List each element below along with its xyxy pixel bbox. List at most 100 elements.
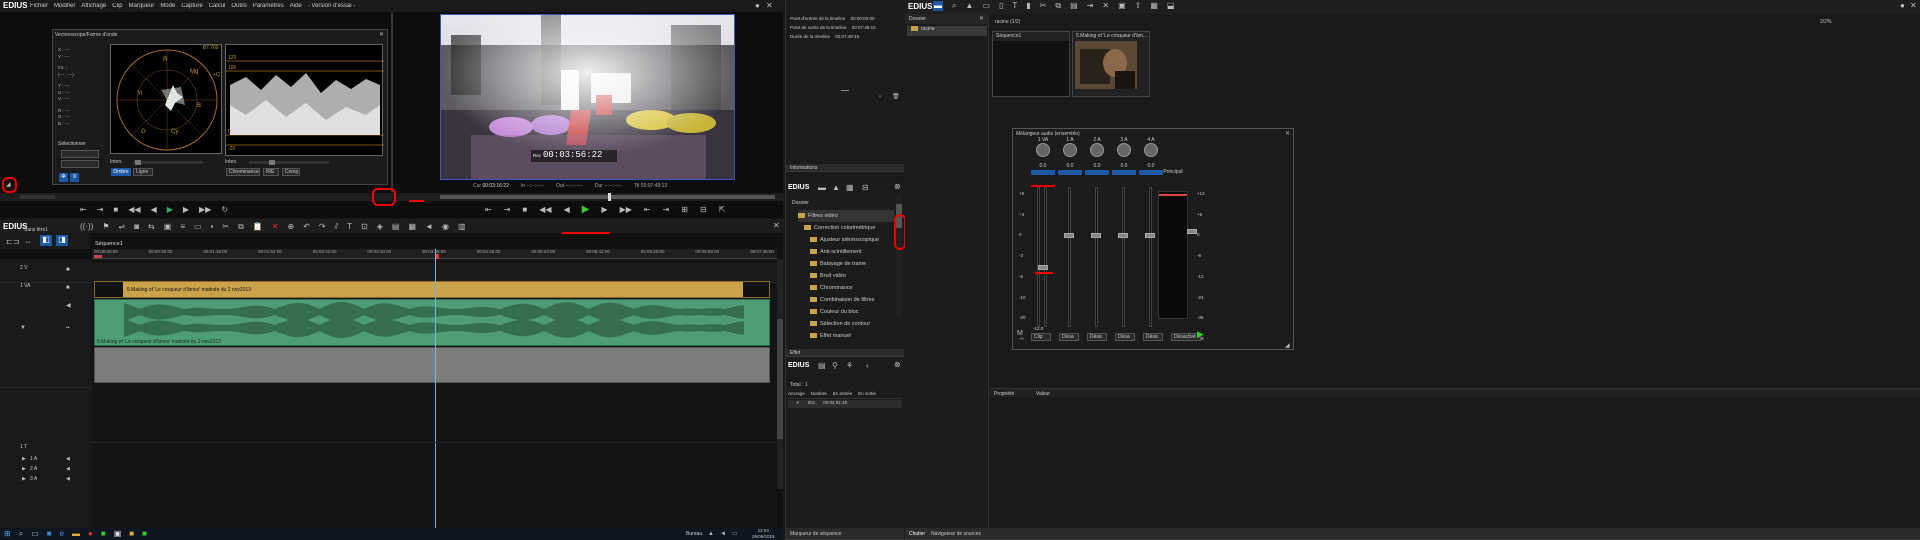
delete-icon[interactable]: ✕ [1102,1,1109,11]
network-icon[interactable]: ▲ [708,529,714,539]
track-1a-header[interactable]: ▶ 1 A ◀ [0,454,92,464]
play-icon[interactable]: ▶ [582,205,590,215]
folder-icon[interactable]: ▭ [194,222,202,232]
copy-icon[interactable]: ⧉ [1055,1,1061,11]
start-icon[interactable]: ⊞ [4,529,11,539]
volume-fader[interactable] [1091,233,1101,238]
delete-icon[interactable]: ✕ [272,222,279,232]
browser-icon[interactable]: e [60,529,64,539]
prev-frame-icon[interactable]: ◀ [564,205,570,215]
ligne-button[interactable]: Ligne [133,168,153,176]
undo-icon[interactable]: ↶ [303,222,310,232]
sync-icon[interactable]: ⇆ [148,222,155,232]
settings-icon[interactable]: ▥ [458,222,466,232]
track-1va-header[interactable]: 1 VA ■ ◀ ▼ ▪▪ [0,283,92,388]
effects-item-manual[interactable]: Effet manuel [798,330,894,342]
keyboard-icon[interactable]: ▭ [732,529,738,539]
mute-button[interactable] [1112,170,1136,175]
marker-icon[interactable]: ⚑ [102,222,109,232]
track-1t-lane[interactable] [92,442,777,454]
cut-icon[interactable]: ✂ [1040,1,1047,11]
info-settings-icon[interactable]: ▫ [879,92,881,102]
mute-button[interactable] [1085,170,1109,175]
menu-view[interactable]: Affichage [81,3,106,9]
chrominance-button[interactable]: Chrominance [226,168,260,176]
menu-capture[interactable]: Capture [181,3,202,9]
pan-knob[interactable] [1144,143,1158,157]
mixer-menu-icon[interactable]: M [1017,329,1023,339]
track-area[interactable]: 5.Making of 'Le croqueur d'âmes' matinée… [92,249,777,540]
effects-item-chroma[interactable]: Chrominance [798,282,894,294]
vertical-scrollbar[interactable] [777,259,783,489]
resize-icon[interactable]: ◢ [6,180,11,190]
clip-icon[interactable]: ▦ [408,222,416,232]
ripple-icon[interactable]: ⇌ [119,222,126,232]
settings-icon[interactable]: ✲ [59,173,68,182]
link-icon[interactable]: ⇔ [24,237,32,247]
bin-close-icon[interactable]: ✕ [1910,1,1917,11]
app-icon-3[interactable]: ■ [129,529,134,539]
effects-item-stereo[interactable]: Ajusteur stéréoscopique [798,234,894,246]
mode-select-4a[interactable]: Désa [1143,333,1163,341]
redo-icon[interactable]: ↷ [319,222,326,232]
taskbar-clock[interactable]: 12:04 26/06/2015 [752,528,775,540]
volume-icon[interactable]: ◄ [720,529,726,539]
bin-minimize-icon[interactable]: ● [1900,1,1905,11]
marker-remove-icon[interactable]: ⚘ [846,361,853,371]
speaker-icon[interactable]: ◀ [66,454,70,464]
folder-icon[interactable]: ▬ [933,1,943,11]
mixer-resize-icon[interactable]: ◢ [1285,341,1290,351]
menu-file[interactable]: Fichier [30,3,48,9]
lock-icon[interactable]: ▪▪ [66,323,70,333]
send-icon[interactable]: ⇪ [1135,1,1142,11]
mode-select-3a[interactable]: Désa [1115,333,1135,341]
markers-tab[interactable]: Marqueur de séquence [790,531,841,537]
list-icon[interactable]: ≡ [180,222,185,232]
marker-list-icon[interactable]: ▤ [818,361,826,371]
new-icon[interactable]: ▯ [999,1,1003,11]
search-icon[interactable]: ⌕ [952,1,956,11]
mark-in-icon[interactable]: ⇤ [80,205,87,215]
media-icon[interactable]: ● [88,529,93,539]
comp-button[interactable]: Comp [282,168,300,176]
inten-slider-2[interactable] [249,160,329,165]
menu-mode[interactable]: Mode [160,3,175,9]
volume-icon[interactable]: ◄ [425,222,433,232]
select-field-2[interactable] [61,160,99,168]
playhead-marker[interactable] [608,193,611,201]
volume-fader[interactable] [1038,265,1048,270]
mixer-close-icon[interactable]: ✕ [1285,129,1290,139]
marker-prev-icon[interactable]: ‹ [866,361,869,371]
explorer-icon[interactable]: ▬ [72,529,80,539]
up-icon[interactable]: ▲ [832,183,840,193]
jump-end-icon[interactable]: ⇥ [663,205,670,215]
next-frame-icon[interactable]: ▶ [601,205,607,215]
mixer-play-icon[interactable]: ▶ [1197,329,1204,339]
export-icon[interactable]: ⇱ [719,205,726,215]
menu-marker[interactable]: Marqueur [129,3,155,9]
ire-button[interactable]: IRE [263,168,279,176]
task-view-icon[interactable]: ▭ [31,529,39,539]
menu-edit[interactable]: Modifier [54,3,75,9]
audio-icon[interactable]: ((·)) [80,222,93,232]
stop-icon[interactable]: ■ [113,205,118,215]
add-icon[interactable]: ⊕ [287,222,294,232]
scope-close-icon[interactable]: ✕ [379,30,384,40]
insert-icon[interactable]: ⊞ [681,205,688,215]
expand-icon[interactable]: ▼ [20,323,26,333]
track-3a-header[interactable]: ▶ 3 A ◀ [0,474,92,484]
save-icon[interactable]: ▪ [211,222,214,232]
set-in-icon[interactable]: ⇤ [485,205,492,215]
clip-making-of[interactable]: 5.Making of 'Le croqueur d'âm... [1072,31,1150,97]
marker-check-icon[interactable]: ✔ [796,400,800,408]
view-icon[interactable]: ▦ [1150,1,1158,11]
empty-lane-gray[interactable] [94,347,770,383]
mute-button[interactable] [1058,170,1082,175]
properties-icon[interactable]: ▣ [1118,1,1126,11]
marker-add-icon[interactable]: ⚲ [832,361,838,371]
inten-slider-1[interactable] [133,160,203,165]
ombre-button[interactable]: Ombre [111,168,131,176]
prev-frame-icon[interactable]: ◀ [151,205,157,215]
list-icon[interactable]: ≡ [70,173,79,182]
tree-icon[interactable]: ⊟ [862,183,869,193]
